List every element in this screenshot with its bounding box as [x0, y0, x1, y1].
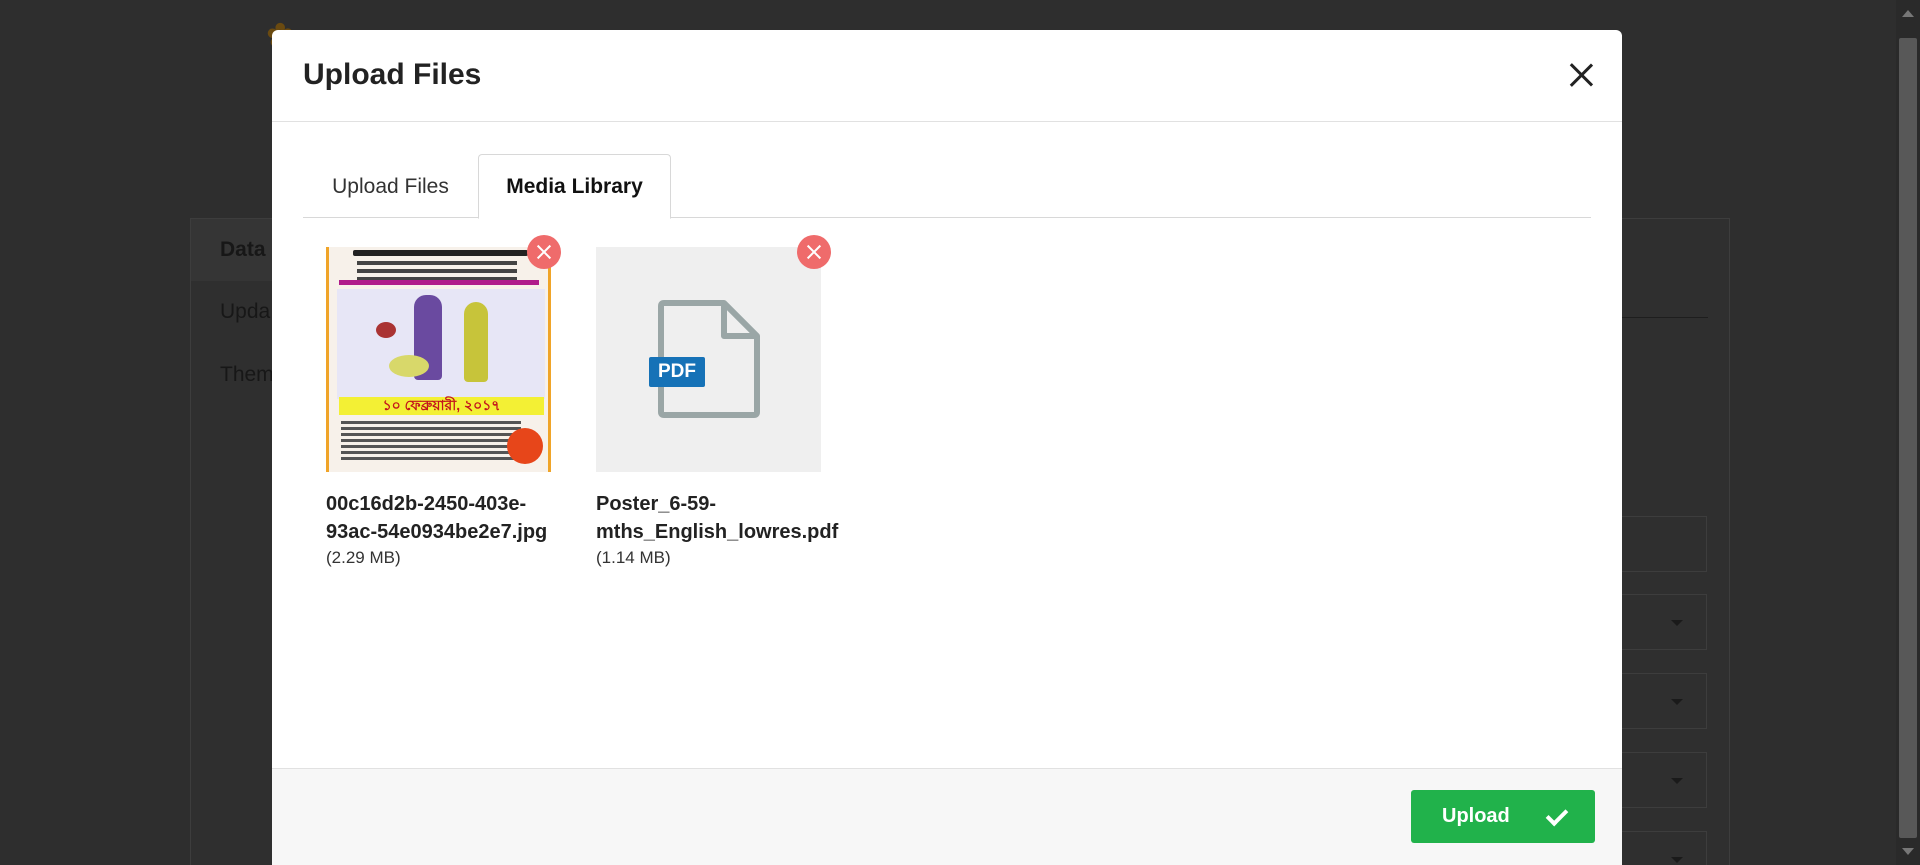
- background-select: [1610, 752, 1707, 808]
- background-item-2: Them: [220, 363, 274, 386]
- background-tab-label: Data: [220, 238, 266, 261]
- file-name: 00c16d2b-2450-403e-93ac-54e0934be2e7.jpg: [326, 493, 548, 543]
- remove-file-icon[interactable]: [527, 235, 561, 269]
- file-card[interactable]: ১০ ফেব্রুয়ারী, ২০১৭ 00c16d2b-2450-403e-…: [326, 235, 561, 568]
- caret-down-icon: [1671, 699, 1683, 705]
- background-select: [1610, 594, 1707, 650]
- page-scrollbar[interactable]: [1896, 0, 1920, 865]
- poster-logo: [507, 428, 543, 464]
- close-icon[interactable]: [1566, 60, 1596, 90]
- file-thumbnail[interactable]: PDF: [596, 235, 831, 472]
- poster-image: ১০ ফেব্রুয়ারী, ২০১৭: [326, 247, 551, 472]
- modal-title: Upload Files: [303, 58, 482, 91]
- scroll-thumb[interactable]: [1899, 38, 1917, 838]
- background-select: [1610, 831, 1707, 865]
- modal-footer: Upload: [272, 768, 1622, 865]
- modal-header: Upload Files: [272, 30, 1622, 122]
- file-name: Poster_6-59-mths_English_lowres.pdf: [596, 493, 839, 543]
- file-size: (2.29 MB): [326, 548, 401, 567]
- remove-file-icon[interactable]: [797, 235, 831, 269]
- tab-media-library[interactable]: Media Library: [478, 154, 671, 219]
- file-card[interactable]: PDF Poster_6-59-mths_English_lowres.pdf …: [596, 235, 838, 568]
- upload-button[interactable]: Upload: [1411, 790, 1595, 843]
- caret-down-icon: [1671, 620, 1683, 626]
- upload-files-modal: Upload Files Upload Files Media Library …: [272, 30, 1622, 865]
- background-field: [1610, 516, 1707, 572]
- scroll-down-icon[interactable]: [1902, 848, 1914, 855]
- caret-down-icon: [1671, 857, 1683, 863]
- background-item-1: Upda: [220, 300, 271, 323]
- file-thumbnail[interactable]: ১০ ফেব্রুয়ারী, ২০১৭: [326, 235, 561, 472]
- caret-down-icon: [1671, 778, 1683, 784]
- pdf-badge: PDF: [649, 357, 705, 387]
- poster-date-band: ১০ ফেব্রুয়ারী, ২০১৭: [339, 397, 544, 415]
- tab-upload-files[interactable]: Upload Files: [303, 154, 478, 219]
- pdf-thumbnail: PDF: [596, 247, 821, 472]
- background-select: [1610, 673, 1707, 729]
- modal-tabs: Upload Files Media Library: [303, 154, 1591, 219]
- check-icon: [1545, 803, 1569, 827]
- scroll-up-icon[interactable]: [1902, 10, 1914, 17]
- upload-button-label: Upload: [1442, 805, 1510, 827]
- file-size: (1.14 MB): [596, 548, 671, 567]
